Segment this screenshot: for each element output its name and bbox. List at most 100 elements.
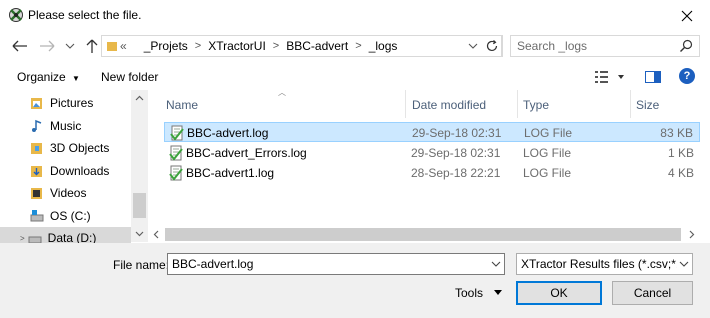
nav-item-label: Pictures	[50, 96, 94, 110]
file-type: LOG File	[523, 166, 572, 180]
ok-button[interactable]: OK	[516, 281, 602, 305]
help-icon[interactable]: ?	[679, 68, 695, 84]
drive-icon	[28, 236, 42, 243]
3d-objects-icon	[31, 143, 42, 154]
folder-icon	[107, 42, 117, 51]
file-row[interactable]: BBC-advert.log 29-Sep-18 02:31 LOG File …	[164, 122, 700, 142]
file-date: 29-Sep-18 02:31	[411, 146, 501, 160]
chevron-down-icon[interactable]	[490, 258, 502, 270]
breadcrumb: « _Projets > XTractorUI > BBC-advert > _…	[120, 39, 397, 53]
scroll-right-icon[interactable]	[683, 226, 700, 243]
file-name: BBC-advert1.log	[186, 166, 275, 180]
view-options-icon[interactable]	[594, 69, 628, 85]
file-type-filter[interactable]: XTractor Results files (*.csv;*.log	[516, 253, 693, 275]
nav-item-data-d[interactable]: > Data (D:)	[20, 227, 96, 243]
forward-arrow-icon[interactable]	[36, 36, 58, 56]
tools-menu[interactable]: Tools	[455, 286, 483, 300]
breadcrumb-projets[interactable]: _Projets	[144, 39, 188, 53]
nav-item-downloads[interactable]: Downloads	[30, 160, 109, 182]
app-icon	[9, 8, 23, 22]
up-arrow-icon[interactable]	[82, 36, 102, 56]
column-date-modified[interactable]: Date modified	[412, 98, 486, 112]
address-history-chevron-icon[interactable]	[465, 35, 481, 57]
search-placeholder: Search _logs	[517, 39, 588, 53]
organize-label: Organize	[17, 70, 66, 84]
column-size[interactable]: Size	[636, 98, 659, 112]
ok-button-label: OK	[550, 286, 568, 300]
address-bar[interactable]: « _Projets > XTractorUI > BBC-advert > _…	[101, 35, 503, 57]
breadcrumb-xtractorui[interactable]: XTractorUI	[208, 39, 266, 53]
downloads-icon	[31, 166, 42, 177]
file-name-value: BBC-advert.log	[172, 257, 254, 271]
nav-item-music[interactable]: Music	[30, 115, 81, 137]
nav-scrollbar[interactable]	[131, 90, 148, 242]
back-arrow-icon[interactable]	[9, 36, 31, 56]
column-divider[interactable]	[517, 90, 518, 118]
search-icon	[680, 39, 693, 52]
horizontal-scrollbar[interactable]	[148, 226, 700, 243]
nav-item-label: Data (D:)	[47, 231, 97, 243]
file-name-input[interactable]: BBC-advert.log	[167, 253, 505, 275]
column-type[interactable]: Type	[523, 98, 549, 112]
caret-down-icon: ▼	[72, 74, 80, 83]
file-name: BBC-advert.log	[187, 126, 269, 140]
log-file-icon	[170, 125, 184, 141]
file-type: LOG File	[523, 146, 572, 160]
window-title: Please select the file.	[28, 8, 142, 22]
file-date: 28-Sep-18 22:21	[411, 166, 501, 180]
scroll-left-icon[interactable]	[148, 226, 165, 243]
nav-item-pictures[interactable]: Pictures	[30, 92, 93, 114]
music-icon	[32, 119, 42, 132]
file-row[interactable]: BBC-advert1.log 28-Sep-18 22:21 LOG File…	[164, 163, 700, 183]
cancel-button[interactable]: Cancel	[612, 281, 693, 305]
nav-item-videos[interactable]: Videos	[30, 182, 86, 204]
nav-item-os-c[interactable]: OS (C:)	[30, 205, 91, 227]
chevron-right-icon[interactable]: >	[273, 40, 279, 52]
file-type: LOG File	[524, 126, 573, 140]
breadcrumb-logs[interactable]: _logs	[369, 39, 398, 53]
new-folder-button[interactable]: New folder	[101, 70, 158, 84]
close-icon	[681, 10, 693, 21]
file-size: 83 KB	[660, 126, 693, 140]
horizontal-scrollbar-thumb[interactable]	[165, 228, 681, 241]
column-header: Name Date modified Type Size	[158, 90, 700, 118]
pictures-icon	[31, 98, 42, 109]
nav-item-label: OS (C:)	[50, 209, 91, 223]
breadcrumb-overflow[interactable]: «	[120, 39, 127, 53]
search-input[interactable]: Search _logs	[510, 35, 700, 57]
preview-pane-icon[interactable]	[644, 69, 662, 85]
file-type-filter-value: XTractor Results files (*.csv;*.log	[521, 257, 677, 271]
chevron-right-icon[interactable]: >	[20, 234, 25, 243]
log-file-icon	[169, 145, 183, 161]
refresh-button[interactable]	[482, 35, 502, 57]
file-name: BBC-advert_Errors.log	[186, 146, 307, 160]
column-name[interactable]: Name	[166, 98, 198, 112]
nav-scrollbar-thumb[interactable]	[133, 193, 146, 218]
close-button[interactable]	[664, 0, 710, 31]
chevron-right-icon[interactable]: >	[355, 40, 361, 52]
nav-item-label: Music	[50, 119, 82, 133]
sort-ascending-icon: ︿	[278, 88, 286, 97]
file-row[interactable]: BBC-advert_Errors.log 29-Sep-18 02:31 LO…	[164, 143, 700, 163]
caret-down-icon[interactable]	[493, 289, 503, 297]
scroll-down-icon[interactable]	[131, 225, 148, 242]
cancel-button-label: Cancel	[633, 286, 672, 300]
videos-icon	[31, 188, 42, 199]
nav-item-label: Downloads	[50, 164, 110, 178]
nav-item-label: 3D Objects	[50, 141, 110, 155]
breadcrumb-separator	[134, 40, 137, 52]
file-date: 29-Sep-18 02:31	[412, 126, 502, 140]
column-divider[interactable]	[630, 90, 631, 118]
log-file-icon	[169, 165, 183, 181]
column-divider[interactable]	[405, 90, 406, 118]
breadcrumb-bbc-advert[interactable]: BBC-advert	[286, 39, 348, 53]
chevron-right-icon[interactable]: >	[195, 40, 201, 52]
organize-menu[interactable]: Organize ▼	[17, 70, 80, 84]
recent-locations-chevron-icon[interactable]	[62, 36, 78, 56]
scroll-up-icon[interactable]	[131, 90, 148, 107]
navigation-pane: Pictures Music 3D Objects Downloads Vide…	[0, 90, 148, 243]
chevron-down-icon[interactable]	[678, 258, 690, 270]
file-size: 4 KB	[667, 166, 694, 180]
nav-item-3d-objects[interactable]: 3D Objects	[30, 137, 109, 159]
title-bar: Please select the file.	[0, 0, 710, 31]
